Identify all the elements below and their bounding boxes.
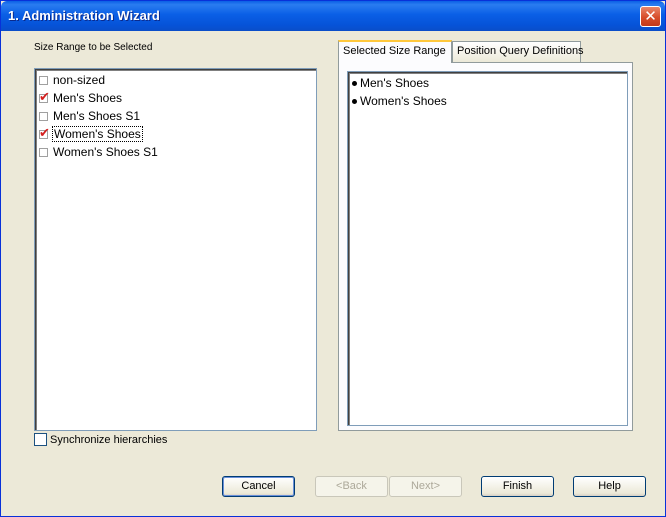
tab-panel: Men's Shoes Women's Shoes: [338, 62, 633, 431]
checkbox-icon[interactable]: [39, 75, 48, 85]
help-button[interactable]: Help: [573, 476, 646, 497]
selected-size-range-list[interactable]: Men's Shoes Women's Shoes: [347, 71, 628, 426]
list-item-label: Men's Shoes S1: [53, 109, 141, 123]
check-icon: ✔: [39, 89, 50, 105]
finish-button[interactable]: Finish: [481, 476, 554, 497]
bullet-icon: [352, 80, 357, 86]
size-range-label: Size Range to be Selected: [34, 42, 153, 53]
check-icon: ✔: [39, 125, 50, 141]
checkbox-icon[interactable]: [39, 111, 48, 121]
checkbox-icon[interactable]: ✔: [39, 125, 50, 141]
list-item-label: Women's Shoes: [52, 126, 143, 142]
list-item-label: non-sized: [53, 73, 106, 87]
title-bar: 1. Administration Wizard ✕: [1, 1, 665, 31]
tab-selected-size-range[interactable]: Selected Size Range: [338, 40, 452, 63]
list-item-label: Women's Shoes S1: [53, 145, 158, 159]
list-item-non-sized[interactable]: non-sized: [39, 72, 105, 88]
list-item[interactable]: Men's Shoes: [352, 75, 429, 91]
list-item-womens-shoes-s1[interactable]: Women's Shoes S1: [39, 144, 158, 160]
list-item-label: Men's Shoes: [360, 76, 429, 90]
synchronize-hierarchies-label: Synchronize hierarchies: [50, 433, 168, 446]
bullet-icon: [352, 98, 357, 104]
checkbox-icon[interactable]: ✔: [39, 89, 50, 105]
list-item-mens-shoes-s1[interactable]: Men's Shoes S1: [39, 108, 140, 124]
synchronize-hierarchies-checkbox[interactable]: Synchronize hierarchies: [34, 433, 167, 446]
next-button[interactable]: Next>: [389, 476, 462, 497]
window-title: 1. Administration Wizard: [8, 8, 160, 23]
close-icon[interactable]: ✕: [640, 6, 661, 27]
checkbox-icon[interactable]: [34, 433, 47, 446]
list-item-mens-shoes[interactable]: ✔ Men's Shoes: [39, 90, 122, 106]
list-item[interactable]: Women's Shoes: [352, 93, 447, 109]
list-item-womens-shoes[interactable]: ✔ Women's Shoes: [39, 125, 143, 142]
checkbox-icon[interactable]: [39, 147, 48, 157]
list-item-label: Men's Shoes: [53, 91, 122, 105]
wizard-window: 1. Administration Wizard ✕ Size Range to…: [0, 0, 666, 517]
size-range-list[interactable]: non-sized ✔ Men's Shoes Men's Shoes S1 ✔…: [34, 68, 317, 431]
list-item-label: Women's Shoes: [360, 94, 447, 108]
back-button[interactable]: <Back: [315, 476, 388, 497]
tab-position-query-definitions[interactable]: Position Query Definitions: [452, 41, 584, 62]
cancel-button[interactable]: Cancel: [222, 476, 295, 497]
